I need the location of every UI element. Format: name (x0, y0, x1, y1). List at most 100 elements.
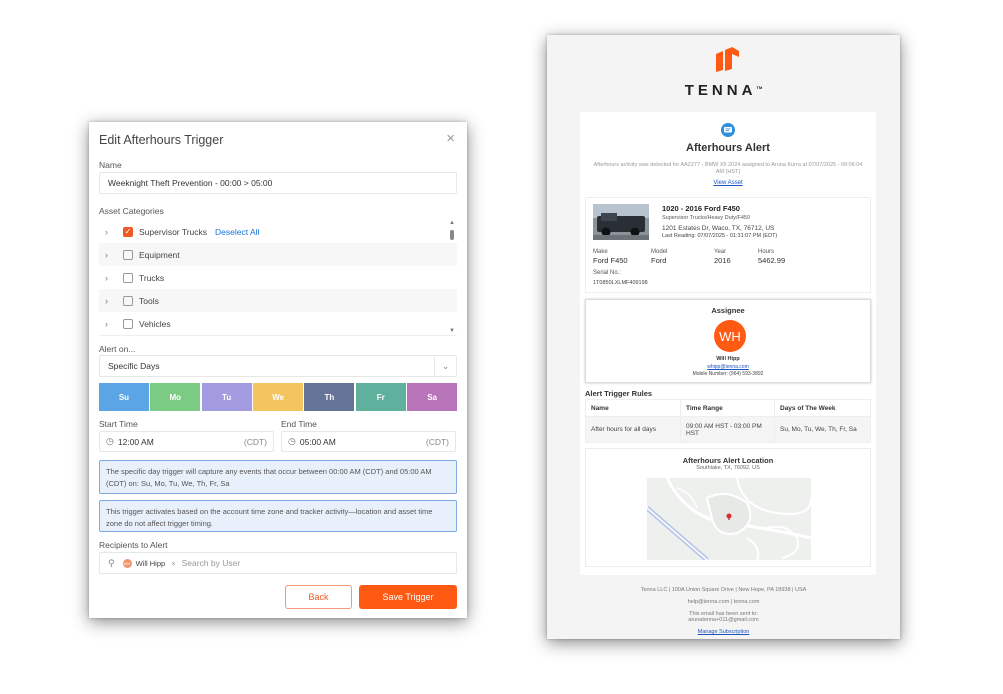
clock-icon: ◷ (288, 436, 296, 446)
edit-trigger-dialog: Edit Afterhours Trigger × Name Weeknight… (89, 122, 467, 618)
chevron-right-icon[interactable]: › (105, 273, 117, 283)
spec-hours: Hours 5462.99 (758, 248, 785, 266)
day-tu[interactable]: Tu (201, 383, 252, 411)
alert-on-select[interactable]: Specific Days ⌄ (99, 355, 457, 377)
manage-subscription-link[interactable]: Manage Subscription (547, 629, 900, 635)
assignee-name: Will Hipp (716, 356, 740, 362)
category-row-vehicles[interactable]: › Vehicles (99, 312, 457, 335)
view-asset-link[interactable]: View Asset (580, 180, 876, 186)
make-label: Make (593, 249, 608, 255)
day-we[interactable]: We (253, 383, 303, 411)
category-label: Supervisor Trucks (139, 226, 208, 237)
avatar: WH (714, 320, 746, 352)
assignee-phone: Mobile Number: (964) 593-3892 (692, 371, 764, 377)
day-sa[interactable]: Sa (407, 383, 458, 411)
end-time-value: 05:00 AM (299, 436, 336, 447)
serial-label: Serial No.: (593, 270, 622, 276)
category-checkbox[interactable] (123, 318, 133, 329)
footer-address: Tenna LLC | 100A Union Square Drive | Ne… (640, 587, 807, 593)
scrollbar-thumb[interactable] (450, 230, 454, 240)
location-address: Southlake, TX, 76092, US (696, 465, 760, 471)
name-input[interactable]: Weeknight Theft Prevention - 00:00 > 05:… (99, 172, 457, 194)
save-trigger-button[interactable]: Save Trigger (359, 585, 457, 609)
asset-categories-label: Asset Categories (99, 206, 164, 216)
truck-photo (593, 204, 649, 240)
chevron-down-icon[interactable]: ⌄ (434, 356, 456, 376)
name-label: Name (99, 160, 122, 170)
model-label: Model (651, 249, 668, 255)
chevron-right-icon[interactable]: › (105, 296, 117, 306)
asset-address: 1201 Estates Dr, Waco, TX, 76712, US (662, 225, 775, 232)
column-header: Time Range (680, 399, 775, 417)
search-icon: ⚲ (108, 557, 115, 568)
day-trigger-info: The specific day trigger will capture an… (99, 460, 457, 494)
category-row-tools[interactable]: › Tools (99, 289, 457, 312)
asset-category-list: › ✓ Supervisor Trucks Deselect All › Equ… (99, 220, 457, 336)
category-row-supervisor-trucks[interactable]: › ✓ Supervisor Trucks Deselect All (99, 220, 457, 243)
recipients-input[interactable]: ⚲ WH Will Hipp × Search by User (99, 552, 457, 574)
brand-trademark: TM (756, 85, 763, 90)
asset-type: Supervisor Trucks/Heavy Duty/F450 (662, 215, 751, 221)
avatar: WH (122, 558, 132, 568)
alert-title: Afterhours Alert (686, 142, 770, 154)
recipient-chip[interactable]: WH Will Hipp × (122, 558, 176, 568)
recipient-chip-label: Will Hipp (135, 558, 166, 568)
scroll-down-icon[interactable]: ▼ (449, 328, 455, 334)
spec-make: Make Ford F450 (593, 248, 628, 266)
category-row-equipment[interactable]: › Equipment (99, 243, 457, 266)
chevron-right-icon[interactable]: › (105, 250, 117, 260)
category-label: Trucks (139, 272, 165, 283)
alert-card: Afterhours Alert Afterhours activity was… (580, 112, 876, 575)
asset-last-reading: Last Reading: 07/07/2025 - 01:31:07 PM (… (662, 233, 778, 239)
spec-year: Year 2016 (714, 248, 731, 266)
asset-summary: 1020 - 2016 Ford F450 Supervisor Trucks/… (585, 197, 871, 293)
brand-name: TENNA (684, 82, 757, 99)
search-user-placeholder[interactable]: Search by User (182, 558, 241, 568)
location-card: Afterhours Alert Location Southlake, TX,… (585, 448, 871, 567)
category-checkbox[interactable]: ✓ (123, 226, 133, 237)
table-row: After hours for all days 09:00 AM HST - … (585, 416, 871, 443)
category-scrollbar[interactable]: ▲ ▼ (449, 220, 455, 334)
footer-recipient-email: arunatenna+011@gmail.com (688, 617, 759, 623)
location-map[interactable] (647, 478, 811, 560)
start-time-label: Start Time (99, 419, 138, 429)
end-timezone: (CDT) (425, 436, 449, 447)
scroll-up-icon[interactable]: ▲ (449, 220, 455, 226)
alert-description: Afterhours activity was detected for AA2… (593, 162, 863, 175)
deselect-all-link[interactable]: Deselect All (215, 227, 259, 237)
make-value: Ford F450 (593, 256, 628, 265)
back-button[interactable]: Back (285, 585, 352, 609)
chevron-right-icon[interactable]: › (105, 319, 117, 329)
alert-email: TENNATM Afterhours Alert Afterhours acti… (547, 35, 900, 639)
location-heading: Afterhours Alert Location (682, 456, 774, 465)
assignee-heading: Assignee (711, 306, 745, 315)
rule-name-cell: After hours for all days (585, 416, 681, 443)
asset-name: 1020 - 2016 Ford F450 (662, 204, 740, 213)
day-th[interactable]: Th (304, 383, 355, 411)
year-label: Year (714, 249, 727, 255)
category-label: Equipment (139, 249, 180, 260)
start-timezone: (CDT) (243, 436, 267, 447)
end-time-input[interactable]: ◷ 05:00 AM (CDT) (281, 431, 456, 452)
serial-value: 1T0850LXLMF409198 (593, 280, 648, 286)
assignee-email-link[interactable]: whipp@tenna.com (586, 364, 870, 370)
category-checkbox[interactable] (123, 249, 133, 260)
remove-recipient-icon[interactable]: × (171, 559, 175, 568)
category-checkbox[interactable] (123, 295, 133, 306)
recipients-label: Recipients to Alert (99, 540, 168, 550)
close-icon[interactable]: × (446, 131, 455, 146)
chat-icon (721, 123, 735, 137)
day-fr[interactable]: Fr (355, 383, 406, 411)
start-time-input[interactable]: ◷ 12:00 AM (CDT) (99, 431, 274, 452)
rule-time-cell: 09:00 AM HST - 03:00 PM HST (680, 416, 775, 443)
timezone-info: This trigger activates based on the acco… (99, 500, 457, 532)
rules-table: Name Time Range Days of The Week After h… (585, 399, 871, 443)
hours-label: Hours (758, 249, 775, 255)
table-header-row: Name Time Range Days of The Week (585, 399, 871, 417)
day-su[interactable]: Su (99, 383, 149, 411)
assignee-card: Assignee WH Will Hipp whipp@tenna.com Mo… (585, 299, 871, 383)
chevron-right-icon[interactable]: › (105, 227, 117, 237)
day-mo[interactable]: Mo (150, 383, 201, 411)
category-checkbox[interactable] (123, 272, 133, 283)
category-row-trucks[interactable]: › Trucks (99, 266, 457, 289)
